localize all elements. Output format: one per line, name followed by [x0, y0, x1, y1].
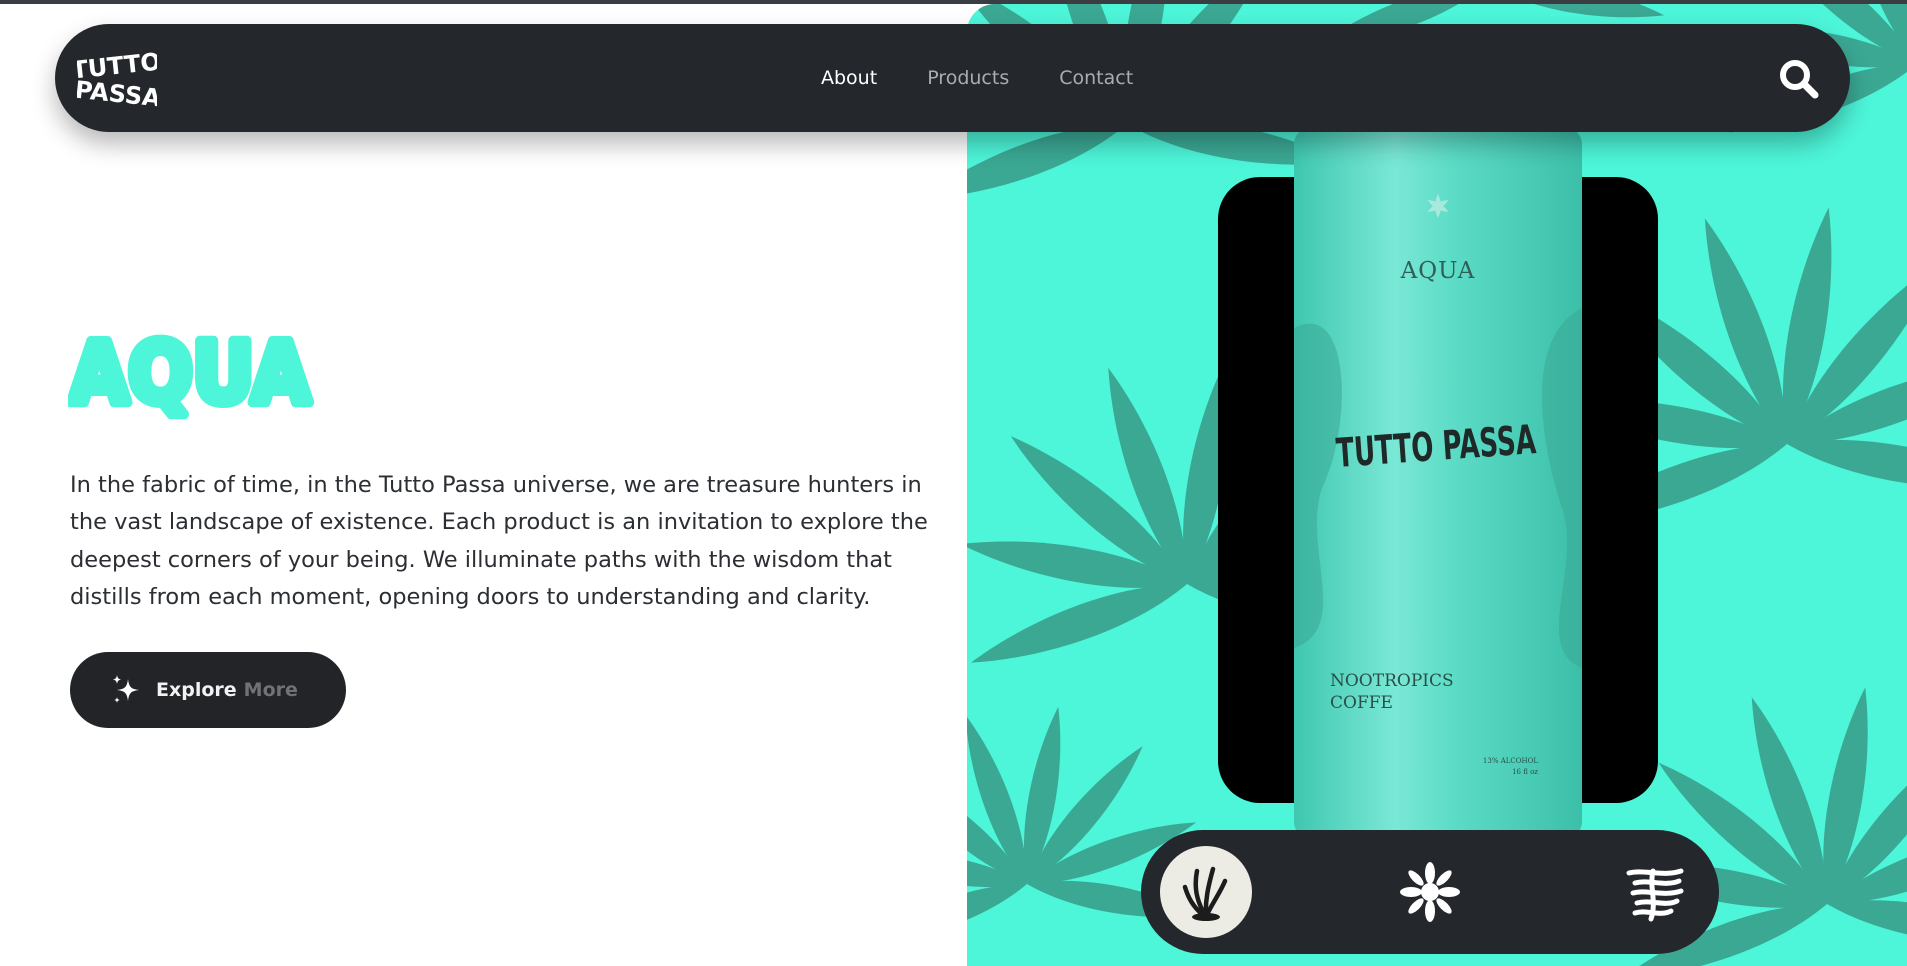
- can-subtitle: NOOTROPICS COFFE: [1330, 670, 1454, 714]
- wave-lines-icon: [1626, 868, 1684, 922]
- nav-links: About Products Contact: [821, 24, 1133, 132]
- seaweed-icon: [1182, 866, 1228, 921]
- can-fine-line1: 13% ALCOHOL: [1482, 757, 1538, 765]
- sparkles-icon: [113, 675, 139, 703]
- can-fine-line2: 16 fl oz: [1512, 768, 1538, 776]
- nav-link-contact[interactable]: Contact: [1059, 67, 1133, 89]
- flavor-option-seaweed[interactable]: [1160, 846, 1252, 938]
- svg-text:PASSA: PASSA: [77, 76, 157, 113]
- hero-description: In the fabric of time, in the Tutto Pass…: [70, 471, 928, 611]
- explore-more-button[interactable]: Explore More: [70, 652, 346, 728]
- flavor-option-wave[interactable]: [1608, 846, 1700, 938]
- flavor-option-coral[interactable]: [1384, 846, 1476, 938]
- more-label: More: [243, 679, 298, 701]
- can-brand-logo: TUTTO PASSA: [1335, 417, 1538, 477]
- search-icon[interactable]: [1778, 58, 1820, 100]
- can-subtitle-line1: NOOTROPICS: [1330, 671, 1454, 691]
- tutto-passa-logo-icon[interactable]: TUTTO PASSA: [70, 38, 162, 118]
- svg-text:TUTTO PASSA: TUTTO PASSA: [1335, 417, 1538, 477]
- flavor-selector: [1141, 830, 1719, 954]
- nav-link-products[interactable]: Products: [927, 67, 1009, 89]
- can-subtitle-line2: COFFE: [1330, 693, 1393, 713]
- hero-title: AQUA: [65, 319, 318, 427]
- can-title: AQUA: [1400, 258, 1476, 284]
- svg-text:AQUA: AQUA: [70, 324, 310, 422]
- coral-icon: [1400, 862, 1460, 922]
- explore-label: Explore: [156, 679, 237, 701]
- nav-link-about[interactable]: About: [821, 67, 877, 89]
- can-fine-print: 13% ALCOHOL 16 fl oz: [1458, 756, 1538, 778]
- navbar: TUTTO PASSA About Products Contact: [55, 24, 1850, 132]
